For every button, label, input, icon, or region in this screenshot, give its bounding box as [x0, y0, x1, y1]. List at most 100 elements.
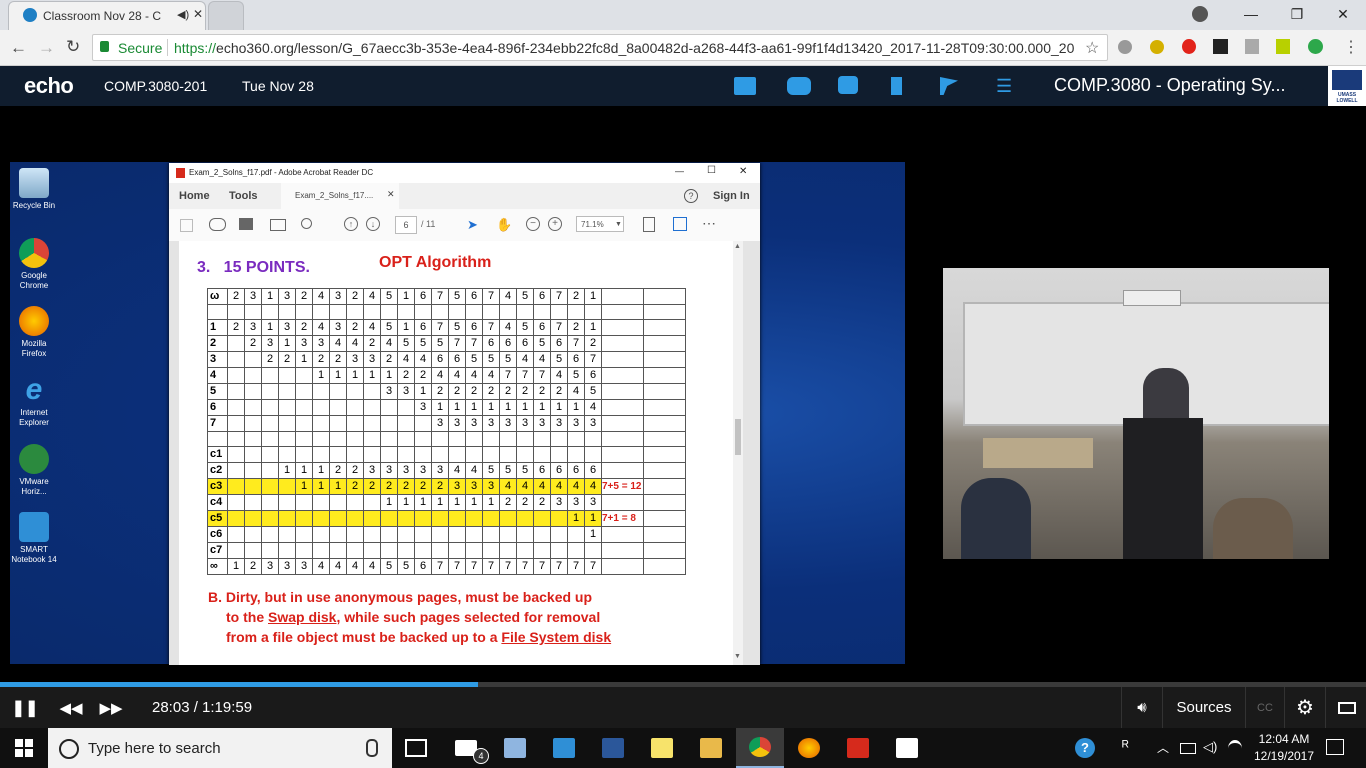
close-tab-icon[interactable]: ✕	[193, 7, 203, 21]
action-center-icon[interactable]	[1326, 739, 1344, 755]
acrobat-document-tab[interactable]: Exam_2_Solns_f17.... ✕	[281, 183, 399, 209]
taskbar-firefox[interactable]	[785, 728, 833, 768]
hand-tool-icon[interactable]: ✋	[496, 217, 512, 233]
pdf-viewport[interactable]: 3. 15 POINTS. OPT Algorithm ω23132432451…	[169, 241, 760, 665]
pdf-scrollbar[interactable]: ▲ ▼	[733, 241, 743, 665]
scroll-down-icon[interactable]: ▼	[734, 653, 741, 660]
taskbar-search-box[interactable]: Type here to search	[48, 728, 392, 768]
acrobat-home-tab[interactable]: Home	[179, 190, 210, 202]
layout-button[interactable]	[1325, 687, 1366, 728]
speaker-icon[interactable]: ◁)	[1203, 739, 1217, 755]
scroll-mode-icon[interactable]	[673, 217, 687, 231]
echo-logo[interactable]: echo	[24, 73, 74, 99]
rewind-button[interactable]: ◀◀	[50, 687, 92, 728]
acrobat-close-icon[interactable]: ✕	[739, 166, 747, 177]
save-icon[interactable]	[180, 219, 193, 232]
taskbar-3d-app[interactable]	[491, 728, 539, 768]
close-document-tab-icon[interactable]: ✕	[387, 189, 395, 200]
help-tray-icon[interactable]: ?	[1075, 738, 1095, 758]
profile-icon[interactable]	[1192, 6, 1208, 22]
extension-icon[interactable]	[1276, 39, 1290, 54]
scroll-thumb[interactable]	[735, 419, 741, 455]
scroll-up-icon[interactable]: ▲	[734, 243, 741, 250]
address-bar[interactable]: Secure https://echo360.org/lesson/G_67ae…	[92, 34, 1108, 61]
select-pointer-icon[interactable]: ➤	[467, 217, 478, 233]
minimize-button[interactable]: —	[1228, 0, 1274, 28]
browser-tab[interactable]: Classroom Nov 28 - C ◀) ✕	[8, 1, 206, 30]
table-cell: 1	[397, 494, 415, 511]
email-icon[interactable]	[270, 219, 286, 231]
battery-icon[interactable]	[1180, 743, 1196, 754]
table-cell: 7	[499, 367, 517, 384]
taskbar-acrobat[interactable]	[834, 728, 882, 768]
table-cell: 4	[329, 335, 347, 352]
back-icon[interactable]: ←	[10, 38, 27, 58]
sources-button[interactable]: Sources	[1162, 687, 1245, 728]
notes-icon[interactable]	[734, 77, 756, 95]
table-cell	[207, 304, 228, 320]
zoom-out-icon[interactable]: −	[526, 217, 540, 231]
flag-icon[interactable]	[940, 77, 958, 95]
chrome-menu-icon[interactable]: ⋮	[1343, 37, 1359, 57]
acrobat-minimize-icon[interactable]: —	[675, 166, 684, 176]
help-icon[interactable]: ?	[684, 189, 698, 203]
table-cell: 5	[499, 462, 517, 479]
taskbar-word[interactable]	[589, 728, 637, 768]
microphone-icon[interactable]	[366, 739, 378, 757]
new-tab-button[interactable]	[208, 1, 244, 30]
upload-cloud-icon[interactable]	[209, 218, 226, 231]
fit-page-icon[interactable]	[643, 217, 655, 232]
clock-date[interactable]: 12/19/2017	[1252, 749, 1316, 763]
taskbar-photos[interactable]	[883, 728, 931, 768]
extension-icon[interactable]	[1150, 40, 1164, 54]
extension-icon[interactable]	[1213, 39, 1228, 54]
acrobat-tools-tab[interactable]: Tools	[229, 190, 258, 202]
print-icon[interactable]	[239, 218, 253, 230]
settings-button[interactable]: ⚙	[1284, 687, 1325, 728]
extension-icon[interactable]	[1308, 39, 1323, 54]
table-cell	[643, 558, 686, 575]
volume-button[interactable]: 🔊︎	[1121, 687, 1162, 728]
fast-forward-button[interactable]: ▶▶	[90, 687, 132, 728]
extension-icon[interactable]	[1118, 40, 1132, 54]
pause-button[interactable]: ❚❚	[4, 687, 46, 728]
forward-icon[interactable]: →	[38, 38, 55, 58]
acrobat-maximize-icon[interactable]: ☐	[707, 165, 716, 176]
taskbar-file-explorer[interactable]	[687, 728, 735, 768]
wifi-icon[interactable]	[1228, 740, 1242, 757]
restore-button[interactable]: ❐	[1274, 0, 1320, 28]
search-icon[interactable]	[301, 218, 312, 229]
chevron-up-icon[interactable]: ︿	[1157, 739, 1169, 756]
next-page-icon[interactable]: ↓	[366, 217, 380, 231]
sign-in-link[interactable]: Sign In	[713, 190, 750, 202]
bookmark-icon[interactable]	[891, 77, 902, 95]
extension-icon[interactable]	[1182, 39, 1196, 54]
table-cell: 2	[295, 319, 313, 336]
chrome-icon	[749, 737, 771, 757]
table-cell: 7	[550, 558, 568, 575]
start-button[interactable]	[0, 728, 48, 768]
taskbar-chrome[interactable]	[736, 728, 784, 768]
close-window-button[interactable]: ✕	[1320, 0, 1366, 28]
taskbar-mail[interactable]: 4	[442, 728, 490, 768]
zoom-select[interactable]: 71.1% ▼	[576, 216, 624, 232]
taskbar-sticky-notes[interactable]	[638, 728, 686, 768]
people-icon[interactable]: ᴿ	[1122, 738, 1129, 755]
extension-icon[interactable]	[1245, 39, 1259, 54]
question-icon[interactable]	[838, 76, 858, 94]
zoom-in-icon[interactable]: +	[548, 217, 562, 231]
discussion-icon[interactable]	[787, 77, 811, 95]
table-cell: 7	[550, 319, 568, 336]
closed-captions-button[interactable]: CC	[1245, 687, 1284, 728]
prev-page-icon[interactable]: ↑	[344, 217, 358, 231]
reload-icon[interactable]: ↻	[66, 37, 80, 57]
list-icon[interactable]: ☰	[996, 77, 1012, 95]
clock-time[interactable]: 12:04 AM	[1254, 732, 1314, 746]
table-cell	[643, 383, 686, 400]
task-view-button[interactable]	[392, 728, 440, 768]
more-tools-icon[interactable]: ⋯	[702, 215, 716, 232]
bookmark-star-icon[interactable]: ☆	[1085, 38, 1099, 58]
taskbar-smart-notebook[interactable]	[540, 728, 588, 768]
desktop-icon-label: Google Chrome	[19, 271, 49, 290]
page-number-input[interactable]: 6	[395, 216, 417, 234]
